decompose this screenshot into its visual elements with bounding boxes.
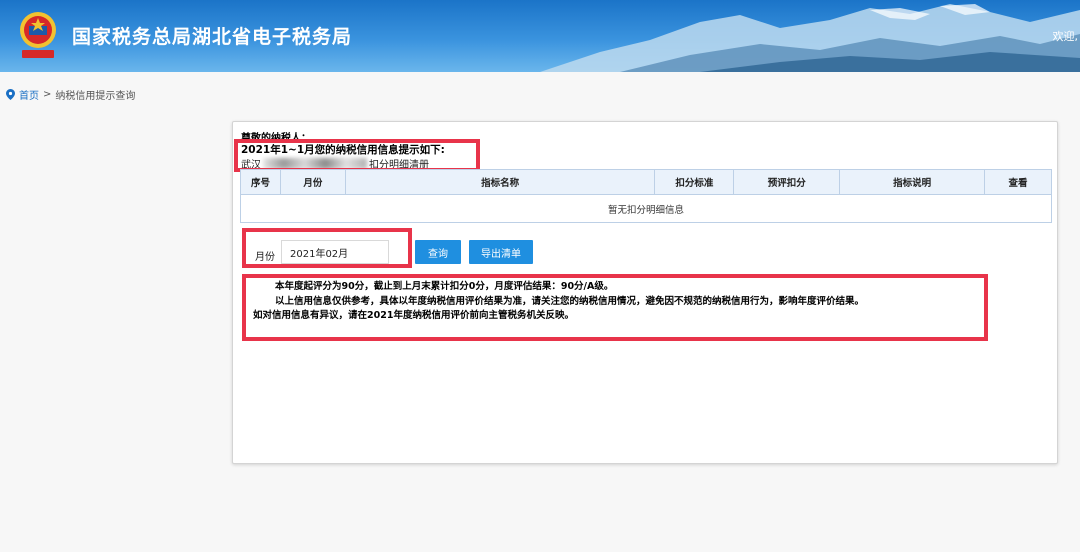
deduction-table: 序号 月份 指标名称 扣分标准 预评扣分 指标说明 查看 暂无扣分明细信息 [240,169,1052,223]
site-title: 国家税务总局湖北省电子税务局 [72,26,353,48]
breadcrumb-current: 纳税信用提示查询 [55,91,136,102]
export-list-button[interactable]: 导出清单 [469,240,533,264]
col-header-month: 月份 [279,169,346,195]
col-header-view: 查看 [984,169,1052,195]
col-header-deduction: 预评扣分 [733,169,841,195]
welcome-text: 欢迎, [1052,30,1079,43]
col-header-description: 指标说明 [839,169,986,195]
credit-info-panel: 尊敬的纳税人： 2021年1~1月您的纳税信用信息提示如下: 武汉 扣分明细清册… [232,121,1058,464]
tax-emblem-icon [20,12,56,58]
col-header-index: 序号 [240,169,281,195]
highlight-box-month [242,228,412,268]
site-header: 国家税务总局湖北省电子税务局 欢迎, [0,0,1080,72]
col-header-standard: 扣分标准 [654,169,735,195]
col-header-indicator: 指标名称 [344,169,656,195]
breadcrumb-separator: > [43,89,52,100]
breadcrumb: 首页 > 纳税信用提示查询 [6,87,135,102]
highlight-box-title [234,139,480,172]
table-row: 暂无扣分明细信息 [240,194,1052,223]
table-header-row: 序号 月份 指标名称 扣分标准 预评扣分 指标说明 查看 [240,169,1052,195]
location-pin-icon [6,89,15,100]
empty-table-message: 暂无扣分明细信息 [240,194,1052,223]
query-button[interactable]: 查询 [415,240,461,264]
highlight-box-notes [242,274,988,341]
breadcrumb-home-link[interactable]: 首页 [19,87,39,102]
